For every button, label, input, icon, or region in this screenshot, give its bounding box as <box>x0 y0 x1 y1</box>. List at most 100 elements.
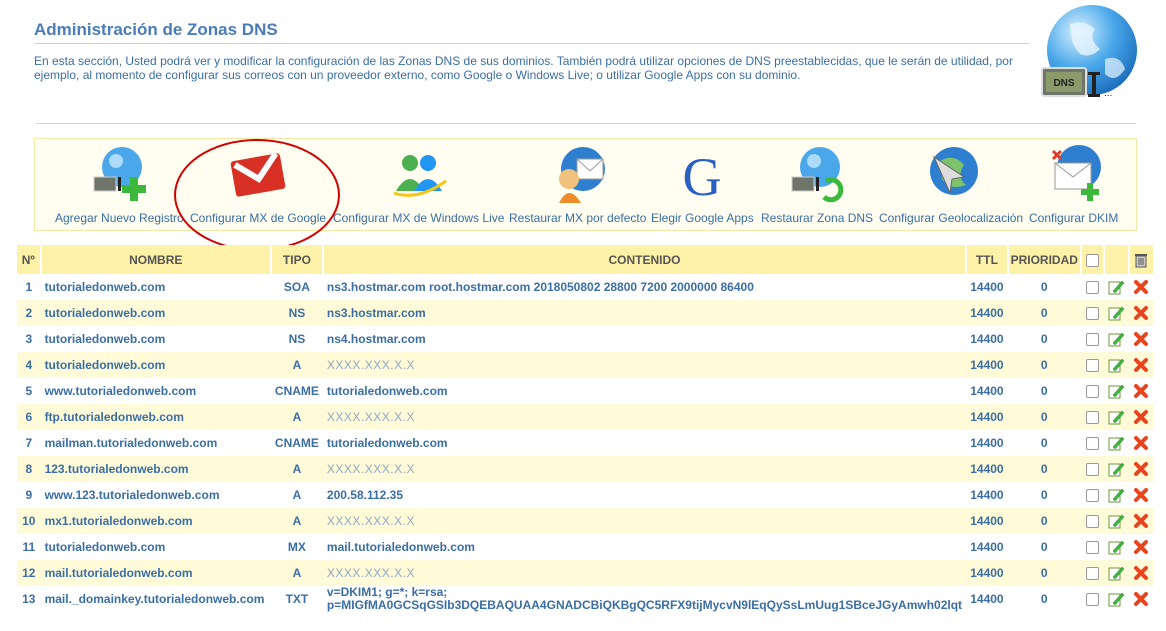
table-row: 10 mx1.tutorialedonweb.com A XXXX.XXX.X.X 14… <box>17 508 1154 534</box>
record-priority: 0 <box>1007 430 1081 456</box>
delete-icon[interactable] <box>1133 279 1149 295</box>
dns-records-table: Nº NOMBRE TIPO CONTENIDO TTL PRIORIDAD 1… <box>17 245 1156 612</box>
edit-icon[interactable] <box>1108 305 1125 321</box>
edit-icon[interactable] <box>1108 565 1125 581</box>
restore-zone-button[interactable]: Restaurar Zona DNS <box>761 143 873 225</box>
row-checkbox[interactable] <box>1085 437 1099 451</box>
col-type-header[interactable]: TIPO <box>270 245 324 274</box>
restore-zone-label: Restaurar Zona DNS <box>761 211 874 225</box>
table-row: 9 www.123.tutorialedonweb.com A 200.58.112.… <box>17 482 1154 508</box>
edit-icon[interactable] <box>1108 513 1125 529</box>
row-number: 12 <box>17 560 41 586</box>
record-ttl: 14400 <box>966 560 1008 586</box>
col-ttl-header[interactable]: TTL <box>966 245 1009 274</box>
col-delete-header <box>1128 245 1156 274</box>
record-priority: 0 <box>1007 456 1081 482</box>
edit-icon[interactable] <box>1108 331 1125 347</box>
record-type: CNAME <box>270 430 323 456</box>
select-all-checkbox[interactable] <box>1085 253 1099 267</box>
delete-icon[interactable] <box>1133 539 1149 555</box>
google-g-icon: G <box>683 147 722 205</box>
record-ttl: 14400 <box>966 300 1008 326</box>
record-type: MX <box>270 534 323 560</box>
record-priority: 0 <box>1007 352 1081 378</box>
record-content: XXXX.XXX.X.X <box>322 352 967 378</box>
edit-cell <box>1103 456 1129 482</box>
delete-cell <box>1128 508 1154 534</box>
delete-icon[interactable] <box>1133 487 1149 503</box>
col-name-header[interactable]: NOMBRE <box>40 245 272 274</box>
row-checkbox[interactable] <box>1085 567 1099 581</box>
trash-icon[interactable] <box>1133 252 1149 268</box>
col-priority-header[interactable]: PRIORIDAD <box>1007 245 1082 274</box>
edit-icon[interactable] <box>1108 409 1125 425</box>
delete-cell <box>1128 326 1154 352</box>
record-priority: 0 <box>1007 326 1081 352</box>
table-row: 8 123.tutorialedonweb.com A XXXX.XXX.X.X 144… <box>17 456 1154 482</box>
dkim-button[interactable]: Configurar DKIM <box>1029 143 1118 225</box>
delete-icon[interactable] <box>1133 409 1149 425</box>
add-record-button[interactable]: Agregar Nuevo Registro <box>55 143 184 225</box>
table-header-row: Nº NOMBRE TIPO CONTENIDO TTL PRIORIDAD <box>17 245 1156 274</box>
intro-text: En esta sección, Usted podrá ver y modif… <box>34 54 1013 82</box>
edit-icon[interactable] <box>1108 487 1125 503</box>
record-name: ftp.tutorialedonweb.com <box>40 404 271 430</box>
edit-icon[interactable] <box>1108 591 1125 607</box>
record-content: v=DKIM1; g=*; k=rsa; p=MIGfMA0GCSqGSIb3D… <box>322 586 967 612</box>
edit-cell <box>1103 430 1129 456</box>
delete-icon[interactable] <box>1133 331 1149 347</box>
delete-icon[interactable] <box>1133 565 1149 581</box>
edit-icon[interactable] <box>1108 383 1125 399</box>
delete-icon[interactable] <box>1133 513 1149 529</box>
row-checkbox[interactable] <box>1085 593 1099 607</box>
edit-icon[interactable] <box>1108 539 1125 555</box>
row-checkbox[interactable] <box>1085 307 1099 321</box>
row-checkbox[interactable] <box>1085 463 1099 477</box>
row-checkbox[interactable] <box>1085 541 1099 555</box>
table-row: 3 tutorialedonweb.com NS ns4.hostmar.com 144… <box>17 326 1154 352</box>
table-row: 2 tutorialedonweb.com NS ns3.hostmar.com 144… <box>17 300 1154 326</box>
restore-mx-button[interactable]: Restaurar MX por defecto <box>509 143 646 225</box>
row-checkbox[interactable] <box>1085 411 1099 425</box>
edit-icon[interactable] <box>1108 357 1125 373</box>
google-mx-button[interactable]: Configurar MX de Google <box>190 143 326 225</box>
geolocation-globe-icon <box>930 147 979 195</box>
delete-icon[interactable] <box>1133 435 1149 451</box>
row-checkbox[interactable] <box>1085 281 1099 295</box>
google-apps-button[interactable]: G Elegir Google Apps <box>651 143 754 225</box>
delete-cell <box>1128 534 1154 560</box>
geolocation-button[interactable]: Configurar Geolocalización <box>879 143 1023 225</box>
delete-icon[interactable] <box>1133 461 1149 477</box>
record-name: tutorialedonweb.com <box>40 274 271 300</box>
row-checkbox-cell <box>1080 300 1104 326</box>
row-number: 2 <box>17 300 41 326</box>
edit-icon[interactable] <box>1108 461 1125 477</box>
row-checkbox[interactable] <box>1085 385 1099 399</box>
record-type: A <box>270 482 323 508</box>
delete-cell <box>1128 430 1154 456</box>
delete-cell <box>1128 560 1154 586</box>
row-checkbox[interactable] <box>1085 333 1099 347</box>
geolocation-label: Configurar Geolocalización <box>879 211 1024 225</box>
record-type: A <box>270 456 323 482</box>
delete-icon[interactable] <box>1133 383 1149 399</box>
edit-icon[interactable] <box>1108 435 1125 451</box>
col-content-header[interactable]: CONTENIDO <box>322 245 968 274</box>
edit-icon[interactable] <box>1108 279 1125 295</box>
row-checkbox[interactable] <box>1085 359 1099 373</box>
edit-cell <box>1103 586 1129 612</box>
row-checkbox-cell <box>1080 482 1104 508</box>
row-checkbox[interactable] <box>1085 515 1099 529</box>
row-checkbox[interactable] <box>1085 489 1099 503</box>
delete-icon[interactable] <box>1133 357 1149 373</box>
record-content: ns3.hostmar.com <box>322 300 967 326</box>
record-ttl: 14400 <box>966 534 1008 560</box>
row-number: 6 <box>17 404 41 430</box>
delete-icon[interactable] <box>1133 591 1149 607</box>
windows-live-mx-button[interactable]: Configurar MX de Windows Live <box>333 143 504 225</box>
delete-cell <box>1128 300 1154 326</box>
row-checkbox-cell <box>1080 352 1104 378</box>
record-ttl: 14400 <box>966 326 1008 352</box>
delete-icon[interactable] <box>1133 305 1149 321</box>
page-title: Administración de Zonas DNS <box>34 20 278 39</box>
